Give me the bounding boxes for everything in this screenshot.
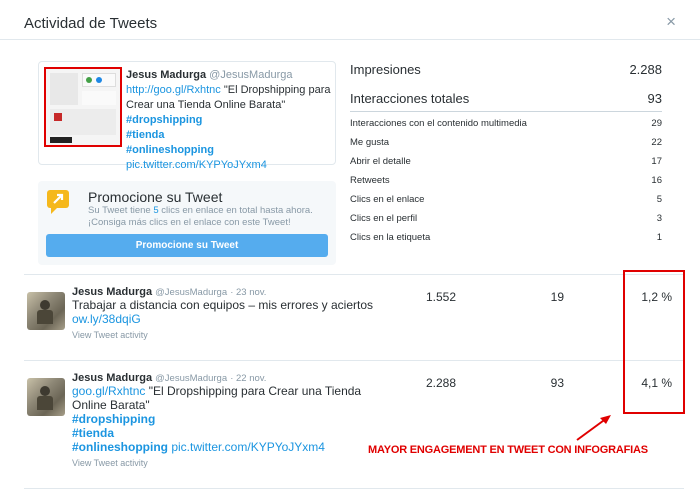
hashtag-onlineshopping[interactable]: #onlineshopping	[126, 144, 214, 156]
metrics-divider	[350, 111, 662, 112]
tweet-body: Jesus Madurga @JesusMadurga · 23 nov. Tr…	[72, 286, 392, 340]
metric-row-media: Interacciones con el contenido multimedi…	[350, 118, 662, 129]
metric-value: 3	[656, 213, 662, 224]
interactions-label: Interacciones totales	[350, 91, 470, 106]
impressions-cell: 1.552	[425, 290, 456, 304]
metric-label: Me gusta	[350, 137, 390, 148]
annotation-arrow-icon	[576, 415, 611, 441]
tweet-link[interactable]: goo.gl/Rxhtnc	[72, 384, 145, 398]
tweet-body: Jesus Madurga @JesusMadurga · 22 nov. go…	[72, 372, 392, 468]
view-tweet-activity-link[interactable]: View Tweet activity	[72, 330, 392, 340]
section-divider	[24, 360, 684, 361]
metric-label: Clics en la etiqueta	[350, 232, 431, 243]
metric-value: 5	[656, 194, 662, 205]
close-icon[interactable]: ×	[666, 12, 676, 32]
featured-tweet-card[interactable]: Jesus Madurga @JesusMadurga http://goo.g…	[38, 61, 336, 171]
impressions-cell: 2.288	[425, 376, 456, 390]
promote-description: Su Tweet tiene 5 clics en enlace en tota…	[88, 205, 313, 228]
tweet-date[interactable]: · 22 nov.	[230, 373, 266, 384]
metric-row-likes: Me gusta 22	[350, 137, 662, 148]
engagements-cell: 19	[550, 290, 564, 304]
infographic-thumbnail[interactable]	[44, 67, 122, 147]
annotation-text: MAYOR ENGAGEMENT EN TWEET CON INFOGRAFIA…	[368, 444, 648, 456]
tweet-link[interactable]: ow.ly/38dqiG	[72, 312, 141, 326]
pic-link[interactable]: pic.twitter.com/KYPYoJYxm4	[126, 159, 267, 171]
metric-label: Abrir el detalle	[350, 156, 411, 167]
metric-row-detail: Abrir el detalle 17	[350, 156, 662, 167]
metric-value: 29	[651, 118, 662, 129]
hashtag-dropshipping[interactable]: #dropshipping	[72, 412, 155, 426]
tweet-link[interactable]: http://goo.gl/Rxhtnc	[126, 84, 221, 96]
impressions-value: 2.288	[629, 62, 662, 77]
interactions-row: Interacciones totales 93	[350, 91, 662, 106]
interactions-value: 93	[647, 91, 662, 106]
author-handle[interactable]: @JesusMadurga	[155, 373, 227, 384]
author-handle[interactable]: @JesusMadurga	[209, 69, 292, 81]
hashtag-onlineshopping[interactable]: #onlineshopping	[72, 440, 168, 454]
metric-value: 17	[651, 156, 662, 167]
promote-title: Promocione su Tweet	[88, 189, 223, 205]
author-name[interactable]: Jesus Madurga	[126, 69, 206, 81]
avatar[interactable]	[27, 292, 65, 330]
metric-row-profile-clicks: Clics en el perfil 3	[350, 213, 662, 224]
metric-label: Interacciones con el contenido multimedi…	[350, 118, 527, 129]
metric-row-hashtag-clicks: Clics en la etiqueta 1	[350, 232, 662, 243]
impressions-row: Impresiones 2.288	[350, 62, 662, 77]
pic-link[interactable]: pic.twitter.com/KYPYoJYxm4	[168, 440, 325, 454]
metric-label: Clics en el enlace	[350, 194, 425, 205]
promote-icon	[47, 190, 69, 214]
author-name[interactable]: Jesus Madurga	[72, 286, 152, 298]
metric-row-retweets: Retweets 16	[350, 175, 662, 186]
metric-label: Clics en el perfil	[350, 213, 418, 224]
metric-value: 1	[656, 232, 662, 243]
promote-tweet-panel: Promocione su Tweet Su Tweet tiene 5 cli…	[38, 181, 336, 265]
section-divider	[24, 488, 684, 489]
featured-tweet-text: Jesus Madurga @JesusMadurga http://goo.g…	[126, 68, 331, 173]
engagement-highlight-box	[623, 270, 685, 414]
tweet-text: Trabajar a distancia con equipos – mis e…	[72, 298, 374, 312]
metric-label: Retweets	[350, 175, 390, 186]
author-name[interactable]: Jesus Madurga	[72, 372, 152, 384]
modal-title: Actividad de Tweets	[24, 15, 158, 32]
engagements-cell: 93	[550, 376, 564, 390]
author-handle[interactable]: @JesusMadurga	[155, 287, 227, 298]
tweet-date[interactable]: · 23 nov.	[230, 287, 266, 298]
tweet-row[interactable]: Jesus Madurga @JesusMadurga · 23 nov. Tr…	[24, 286, 684, 348]
hashtag-tienda[interactable]: #tienda	[126, 129, 165, 141]
metric-row-link-clicks: Clics en el enlace 5	[350, 194, 662, 205]
view-tweet-activity-link[interactable]: View Tweet activity	[72, 458, 392, 468]
modal-header: Actividad de Tweets ×	[0, 0, 700, 40]
metric-value: 22	[651, 137, 662, 148]
metric-value: 16	[651, 175, 662, 186]
hashtag-tienda[interactable]: #tienda	[72, 426, 114, 440]
impressions-label: Impresiones	[350, 62, 421, 77]
hashtag-dropshipping[interactable]: #dropshipping	[126, 114, 202, 126]
section-divider	[24, 274, 684, 275]
promote-button[interactable]: Promocione su Tweet	[46, 234, 328, 257]
avatar[interactable]	[27, 378, 65, 416]
